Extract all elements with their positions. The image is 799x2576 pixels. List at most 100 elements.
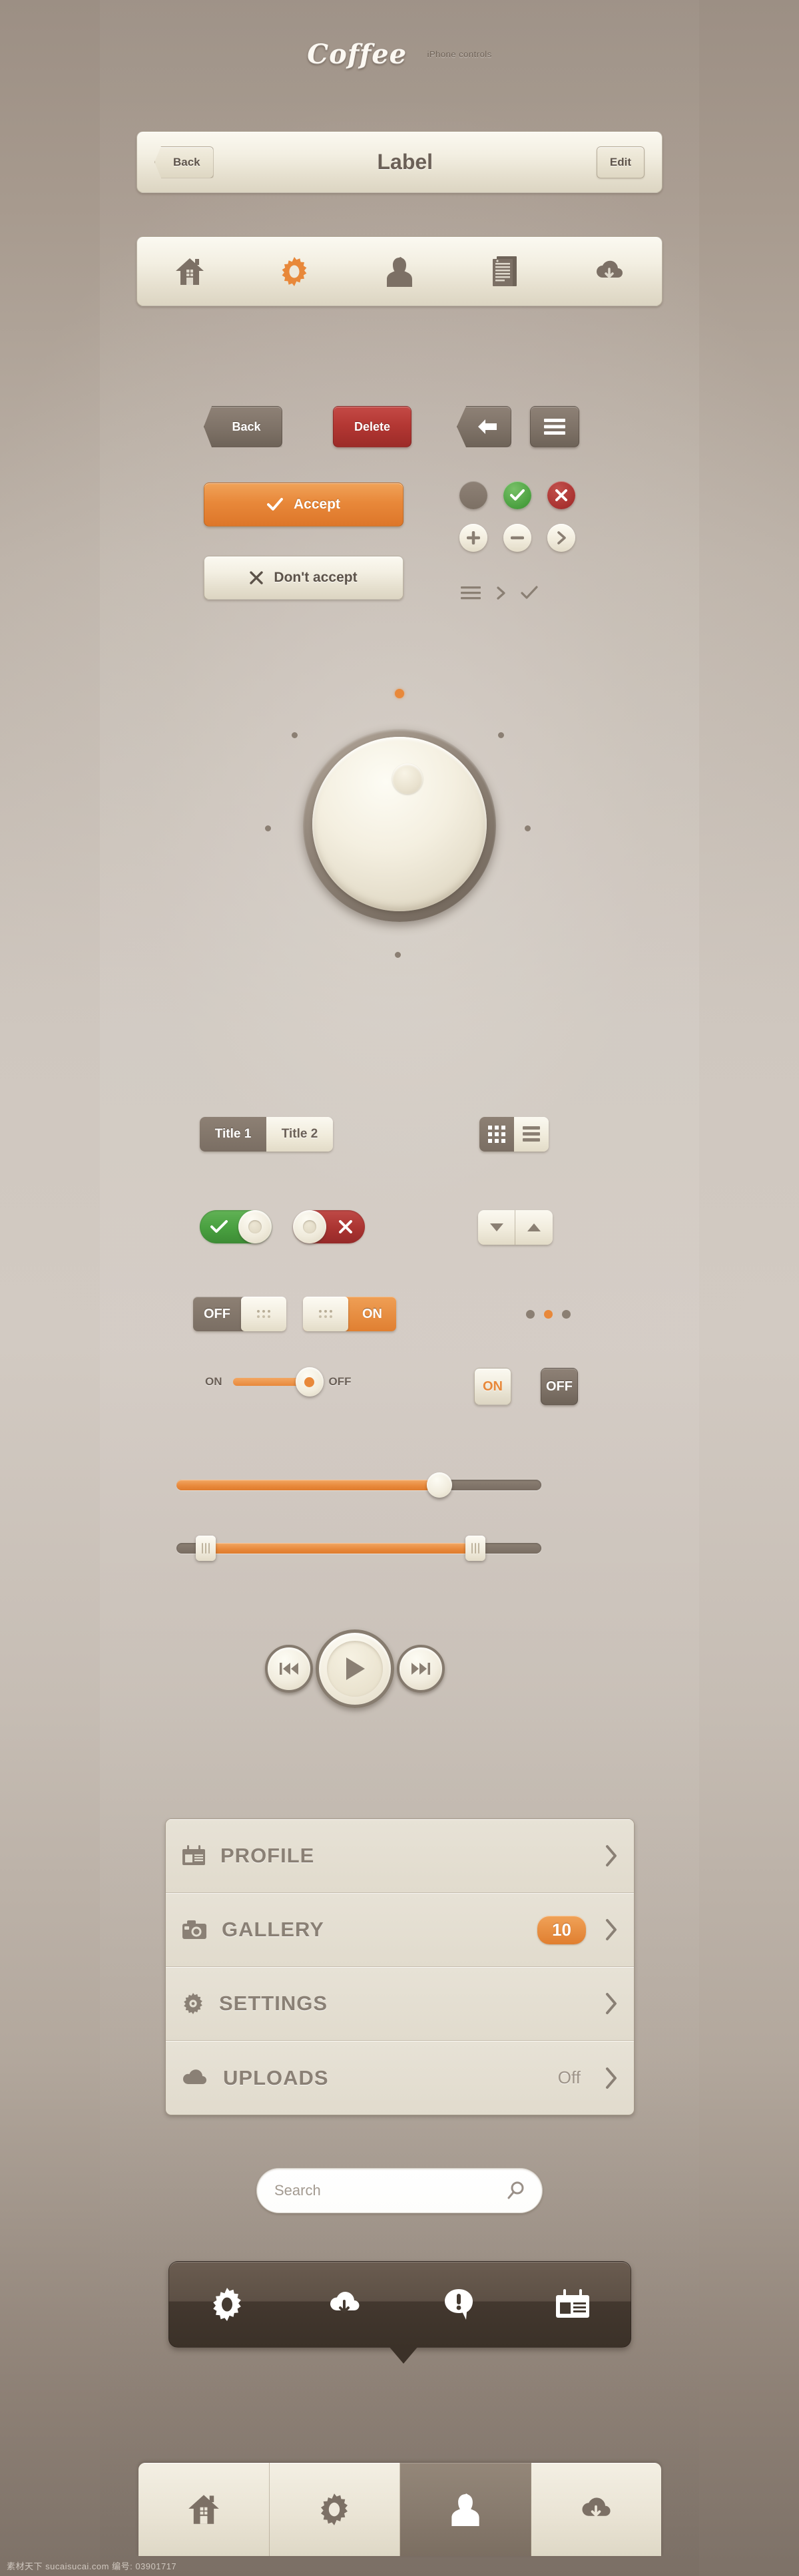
on-button[interactable]: ON xyxy=(474,1368,511,1405)
stepper-up-button[interactable] xyxy=(515,1210,553,1245)
bottom-tab-settings[interactable] xyxy=(269,2463,400,2556)
rotary-knob[interactable] xyxy=(233,676,566,1008)
delete-button[interactable]: Delete xyxy=(333,406,411,447)
slider-handle[interactable] xyxy=(426,1472,452,1498)
profile-card-icon[interactable] xyxy=(555,2289,590,2320)
nav-back-button[interactable]: Back xyxy=(154,146,214,178)
toggle-accept-on[interactable] xyxy=(200,1210,272,1243)
person-icon xyxy=(450,2493,481,2526)
bottom-tab-home[interactable] xyxy=(138,2463,270,2556)
chevron-right-circle-button[interactable] xyxy=(547,524,575,552)
page-dots[interactable] xyxy=(526,1310,571,1319)
toggle-handle[interactable] xyxy=(238,1210,272,1243)
cloud-download-icon[interactable] xyxy=(326,2289,363,2320)
stepper-control[interactable] xyxy=(478,1210,553,1245)
popover-tail xyxy=(389,2346,418,2364)
close-icon xyxy=(250,571,264,584)
menu-item-uploads[interactable]: UPLOADS Off xyxy=(166,2041,634,2115)
search-input[interactable]: Search xyxy=(274,2182,507,2199)
status-circle-row xyxy=(459,481,575,509)
on-off-slider[interactable]: ON OFF xyxy=(205,1367,352,1396)
bottom-tab-bar xyxy=(138,2463,661,2556)
bottom-tab-uploads[interactable] xyxy=(531,2463,661,2556)
menu-item-settings[interactable]: SETTINGS xyxy=(166,1967,634,2041)
view-mode-toggle[interactable] xyxy=(479,1117,549,1152)
grip-lines-icon xyxy=(471,1543,480,1554)
gear-icon[interactable] xyxy=(210,2287,244,2322)
tab-uploads[interactable] xyxy=(576,258,643,285)
next-track-button[interactable] xyxy=(397,1645,445,1693)
previous-track-button[interactable] xyxy=(265,1645,313,1693)
close-circle-button[interactable] xyxy=(547,481,575,509)
dark-popover-toolbar xyxy=(168,2261,631,2348)
page-dot[interactable] xyxy=(562,1310,571,1319)
range-slider[interactable] xyxy=(176,1536,541,1561)
segment-title-2[interactable]: Title 2 xyxy=(266,1117,333,1152)
alert-icon[interactable] xyxy=(443,2288,474,2321)
menu-item-label: PROFILE xyxy=(220,1844,315,1867)
triangle-down-icon xyxy=(489,1223,504,1232)
grid-view-button[interactable] xyxy=(479,1117,514,1152)
switch-handle[interactable] xyxy=(241,1297,286,1331)
minus-circle-button[interactable] xyxy=(503,524,531,552)
play-button[interactable] xyxy=(316,1629,394,1708)
range-handle-high[interactable] xyxy=(465,1536,486,1561)
segment-title-1[interactable]: Title 1 xyxy=(200,1117,266,1152)
switch-handle[interactable] xyxy=(303,1297,348,1331)
tab-home[interactable] xyxy=(156,257,223,286)
check-icon[interactable] xyxy=(521,586,538,600)
back-button[interactable]: Back xyxy=(204,406,282,447)
list-icon[interactable] xyxy=(461,586,481,600)
menu-button[interactable] xyxy=(530,406,579,447)
page-dot-active[interactable] xyxy=(544,1310,553,1319)
accept-button[interactable]: Accept xyxy=(204,483,403,527)
skip-forward-icon xyxy=(411,1661,431,1676)
page-dot[interactable] xyxy=(526,1310,535,1319)
bottom-tab-profile[interactable] xyxy=(400,2463,531,2556)
knob-tick xyxy=(525,825,531,831)
blank-circle-button[interactable] xyxy=(459,481,487,509)
grip-lines-icon xyxy=(201,1543,210,1554)
volume-slider[interactable] xyxy=(176,1472,541,1498)
plus-circle-button[interactable] xyxy=(459,524,487,552)
media-controls xyxy=(265,1629,445,1708)
home-icon xyxy=(174,257,205,286)
grip-dots-icon xyxy=(319,1310,332,1318)
play-icon xyxy=(344,1656,366,1681)
check-circle-button[interactable] xyxy=(503,481,531,509)
plus-icon xyxy=(467,531,480,544)
toggle-handle[interactable] xyxy=(293,1210,326,1243)
chevron-right-icon xyxy=(605,1992,618,2015)
search-icon[interactable] xyxy=(507,2181,525,2200)
switch-on-label: ON xyxy=(362,1306,382,1321)
slider-on-label: ON xyxy=(205,1375,222,1388)
list-view-button[interactable] xyxy=(514,1117,549,1152)
nav-edit-button[interactable]: Edit xyxy=(596,146,645,178)
slider-track[interactable] xyxy=(232,1367,324,1396)
chevron-right-icon[interactable] xyxy=(495,586,506,600)
icon-tab-bar xyxy=(136,236,663,306)
switch-on[interactable]: ON xyxy=(303,1297,396,1331)
switch-off[interactable]: OFF xyxy=(193,1297,286,1331)
knob-tick xyxy=(498,732,504,738)
arrow-back-button[interactable] xyxy=(457,406,511,447)
stepper-down-button[interactable] xyxy=(478,1210,515,1245)
tab-profile[interactable] xyxy=(366,256,433,287)
menu-item-profile[interactable]: PROFILE xyxy=(166,1819,634,1893)
cloud-icon xyxy=(182,2069,208,2087)
slider-handle[interactable] xyxy=(295,1367,324,1396)
action-circle-row xyxy=(459,524,575,552)
dont-accept-button[interactable]: Don't accept xyxy=(204,556,403,600)
range-handle-low[interactable] xyxy=(195,1536,216,1561)
profile-card-icon xyxy=(182,1845,206,1866)
gear-icon xyxy=(279,256,310,287)
search-field[interactable]: Search xyxy=(256,2168,543,2213)
tab-documents[interactable] xyxy=(471,256,538,288)
check-icon xyxy=(510,489,525,501)
segmented-control-titles[interactable]: Title 1 Title 2 xyxy=(200,1117,333,1152)
switch-off-label: OFF xyxy=(204,1306,230,1321)
off-button[interactable]: OFF xyxy=(541,1368,578,1405)
toggle-reject-off[interactable] xyxy=(293,1210,365,1243)
menu-item-gallery[interactable]: GALLERY 10 xyxy=(166,1893,634,1967)
tab-settings[interactable] xyxy=(261,256,328,287)
